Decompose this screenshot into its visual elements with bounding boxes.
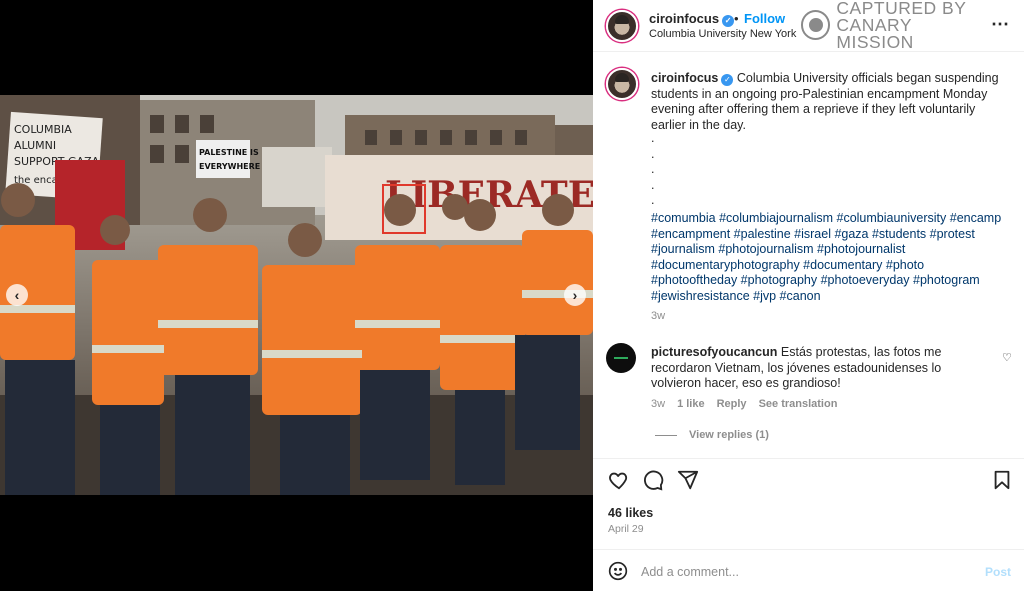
more-horizontal-icon[interactable]: ⋯ — [991, 14, 1010, 35]
caption-username[interactable]: ciroinfocus — [651, 71, 718, 85]
carousel-next-button[interactable]: › — [564, 284, 586, 306]
post-date[interactable]: April 29 — [608, 523, 644, 535]
see-translation-button[interactable]: See translation — [759, 398, 838, 410]
post-header: ciroinfocus ✓ • Follow Columbia Universit… — [593, 0, 1024, 52]
comment-input[interactable] — [641, 562, 971, 582]
send-icon[interactable] — [677, 469, 699, 494]
chevron-left-icon: ‹ — [14, 287, 20, 303]
caption-avatar[interactable] — [606, 68, 638, 100]
emoji-icon[interactable] — [608, 561, 628, 584]
carousel-prev-button[interactable]: ‹ — [6, 284, 28, 306]
replies-divider — [655, 434, 677, 436]
protest-photo-illustration: COLUMBIA ALUMNI SUPPORT GAZA the encampm… — [0, 95, 593, 495]
location-link[interactable]: Columbia University New York — [649, 28, 796, 40]
likes-count[interactable]: 46 likes — [608, 506, 653, 520]
media-panel: COLUMBIA ALUMNI SUPPORT GAZA the encampm… — [0, 0, 593, 591]
sign1-line1: COLUMBIA — [14, 123, 72, 136]
caption-timestamp[interactable]: 3w — [651, 310, 665, 322]
chevron-right-icon: › — [572, 287, 578, 303]
post-details-panel: ciroinfocus ✓ • Follow Columbia Universit… — [593, 0, 1024, 591]
bookmark-icon[interactable] — [992, 469, 1012, 494]
caption-hashtags[interactable]: #comumbia #columbiajournalism #columbiau… — [651, 211, 1007, 305]
post-button[interactable]: Post — [985, 565, 1011, 579]
caption: ciroinfocus ✓ Columbia University officia… — [651, 71, 1009, 133]
comment-likes[interactable]: 1 like — [677, 398, 705, 410]
post-photo[interactable]: COLUMBIA ALUMNI SUPPORT GAZA the encampm… — [0, 95, 593, 495]
comment-avatar[interactable] — [606, 343, 636, 373]
caption-dots: . . . . . — [651, 131, 655, 208]
watermark-line2: CANARY MISSION — [836, 14, 914, 52]
heart-icon[interactable]: ♡ — [1002, 351, 1012, 364]
header-username[interactable]: ciroinfocus — [649, 11, 719, 26]
sign2-line2: EVERYWHERE — [199, 162, 260, 171]
follow-button[interactable]: Follow — [744, 11, 785, 26]
avatar[interactable] — [606, 10, 638, 42]
heart-icon[interactable] — [608, 469, 630, 494]
sign2-line1: PALESTINE IS — [199, 148, 259, 157]
verified-badge-icon: ✓ — [721, 74, 734, 86]
watermark: CAPTURED BY CANARY MISSION — [801, 0, 991, 50]
canary-logo-icon — [801, 10, 831, 40]
watermark-text: CAPTURED BY CANARY MISSION — [836, 0, 991, 51]
action-bar — [593, 458, 1024, 503]
view-replies-label[interactable]: View replies (1) — [689, 429, 769, 441]
header-separator: • — [734, 11, 739, 26]
comment-icon[interactable] — [642, 469, 664, 494]
comment-username[interactable]: picturesofyoucancun — [651, 345, 777, 359]
sign1-line2: ALUMNI — [14, 139, 56, 152]
reply-button[interactable]: Reply — [717, 398, 747, 410]
comment: picturesofyoucancun Estás protestas, las… — [651, 345, 991, 392]
comment-timestamp[interactable]: 3w — [651, 398, 665, 410]
header-username-link[interactable]: ciroinfocus ✓ — [649, 11, 735, 27]
verified-badge-icon: ✓ — [722, 15, 735, 27]
comment-meta: 3w 1 like Reply See translation — [651, 398, 837, 410]
view-replies-button[interactable]: View replies (1) — [655, 429, 769, 441]
comment-form: Post — [593, 549, 1024, 591]
